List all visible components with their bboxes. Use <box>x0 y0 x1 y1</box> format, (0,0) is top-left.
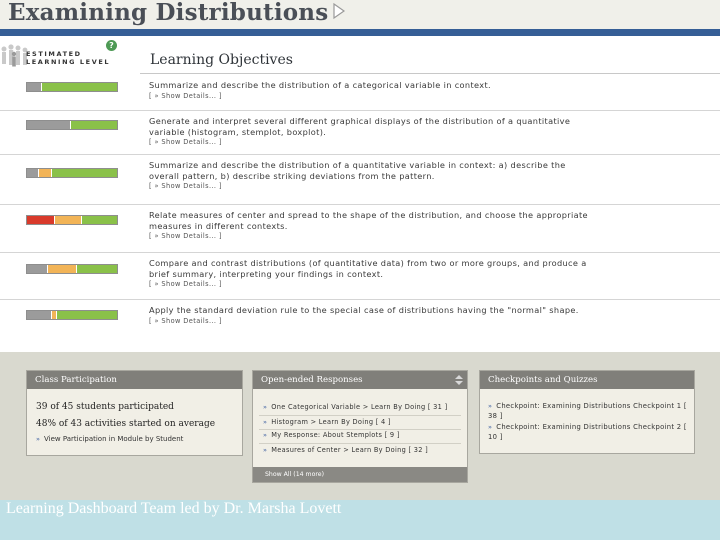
meter-segment <box>40 83 117 91</box>
show-details-link[interactable]: [ » Show Details... ] <box>149 280 222 288</box>
objective-text: Compare and contrast distributions (of q… <box>149 258 587 279</box>
page-header: Examining Distributions <box>0 0 720 30</box>
show-details-link[interactable]: [ » Show Details... ] <box>149 182 222 190</box>
learning-objectives-title: Learning Objectives <box>150 52 293 68</box>
meter-segment <box>76 265 117 273</box>
bullet-icon: » <box>263 418 268 426</box>
checkpoint-item[interactable]: » Checkpoint: Examining Distributions Che… <box>488 423 693 442</box>
meter-segment <box>70 121 117 129</box>
header-divider <box>0 29 720 36</box>
response-item[interactable]: » One Categorical Variable > Learn By Doi… <box>263 403 447 411</box>
meter-segment <box>27 311 52 319</box>
panel-title: Open-ended Responses <box>261 375 363 385</box>
estimated-learning-level-label: ESTIMATED LEARNING LEVEL <box>26 50 111 66</box>
objective-divider <box>0 110 720 111</box>
response-label: Measures of Center > Learn By Doing [ 32… <box>271 446 428 454</box>
response-label: Histogram > Learn By Doing [ 4 ] <box>271 418 391 426</box>
bullet-icon: » <box>263 403 268 411</box>
students-participated-text: 39 of 45 students participated <box>36 402 174 412</box>
row-divider <box>259 415 461 416</box>
meter-segment <box>27 265 47 273</box>
meter-segment <box>37 169 52 177</box>
footer-credit: Learning Dashboard Team led by Dr. Marsh… <box>6 500 342 517</box>
row-divider <box>259 443 461 444</box>
objective-divider <box>0 204 720 205</box>
checkpoint-label: Checkpoint: Examining Distributions Chec… <box>488 423 687 441</box>
row-divider <box>259 429 461 430</box>
learning-level-meter <box>26 120 118 130</box>
objective-text: Summarize and describe the distribution … <box>149 160 566 181</box>
meter-segment <box>27 121 71 129</box>
response-label: One Categorical Variable > Learn By Doin… <box>271 403 448 411</box>
class-participation-panel: Class Participation 39 of 45 students pa… <box>26 370 243 456</box>
meter-segment <box>46 265 77 273</box>
show-details-link[interactable]: [ » Show Details... ] <box>149 92 222 100</box>
objective-divider <box>0 299 720 300</box>
show-details-link[interactable]: [ » Show Details... ] <box>149 138 222 146</box>
bullet-icon: » <box>263 431 268 439</box>
panel-header: Checkpoints and Quizzes <box>480 371 694 389</box>
meter-segment <box>55 311 117 319</box>
learning-level-meter <box>26 264 118 274</box>
learning-level-meter <box>26 82 118 92</box>
bullet-icon: » <box>36 435 40 443</box>
open-ended-responses-panel: Open-ended Responses » One Categorical Va… <box>252 370 468 483</box>
response-label: My Response: About Stemplots [ 9 ] <box>271 431 400 439</box>
objective-text: Summarize and describe the distribution … <box>149 80 491 90</box>
bullet-icon: » <box>488 402 493 410</box>
panel-header: Open-ended Responses <box>253 371 467 389</box>
play-arrow-icon[interactable] <box>332 2 346 20</box>
objectives-divider <box>140 73 720 74</box>
objective-divider <box>0 154 720 155</box>
page-title: Examining Distributions <box>8 0 329 26</box>
view-participation-link[interactable]: » View Participation in Module by Student <box>36 435 183 443</box>
view-participation-label: View Participation in Module by Student <box>43 435 184 443</box>
meter-segment <box>51 169 117 177</box>
meter-segment <box>81 216 117 224</box>
show-details-link[interactable]: [ » Show Details... ] <box>149 232 222 240</box>
help-icon[interactable]: ? <box>106 40 117 51</box>
bullet-icon: » <box>263 446 268 454</box>
learning-level-meter <box>26 310 118 320</box>
objective-divider <box>0 252 720 253</box>
show-all-responses-button[interactable]: Show All (14 more) <box>253 467 467 482</box>
response-item[interactable]: » Measures of Center > Learn By Doing [ 3… <box>263 446 428 454</box>
panel-header: Class Participation <box>27 371 242 389</box>
bullet-icon: » <box>488 423 493 431</box>
meter-segment <box>54 216 81 224</box>
checkpoint-label: Checkpoint: Examining Distributions Chec… <box>488 402 687 420</box>
meter-segment <box>27 83 41 91</box>
meter-segment <box>27 216 54 224</box>
show-details-link[interactable]: [ » Show Details... ] <box>149 317 222 325</box>
response-item[interactable]: » Histogram > Learn By Doing [ 4 ] <box>263 418 391 426</box>
objective-text: Apply the standard deviation rule to the… <box>149 305 579 315</box>
meter-segment <box>27 169 38 177</box>
learning-level-meter <box>26 215 118 225</box>
scroll-arrows-icon[interactable] <box>455 375 463 385</box>
objective-text: Generate and interpret several different… <box>149 116 571 137</box>
checkpoint-item[interactable]: » Checkpoint: Examining Distributions Che… <box>488 402 693 421</box>
objective-text: Relate measures of center and spread to … <box>149 210 588 231</box>
learning-level-meter <box>26 168 118 178</box>
checkpoints-quizzes-panel: Checkpoints and Quizzes » Checkpoint: Exa… <box>479 370 695 454</box>
response-item[interactable]: » My Response: About Stemplots [ 9 ] <box>263 431 400 439</box>
activities-started-text: 48% of 43 activities started on average <box>36 419 216 429</box>
